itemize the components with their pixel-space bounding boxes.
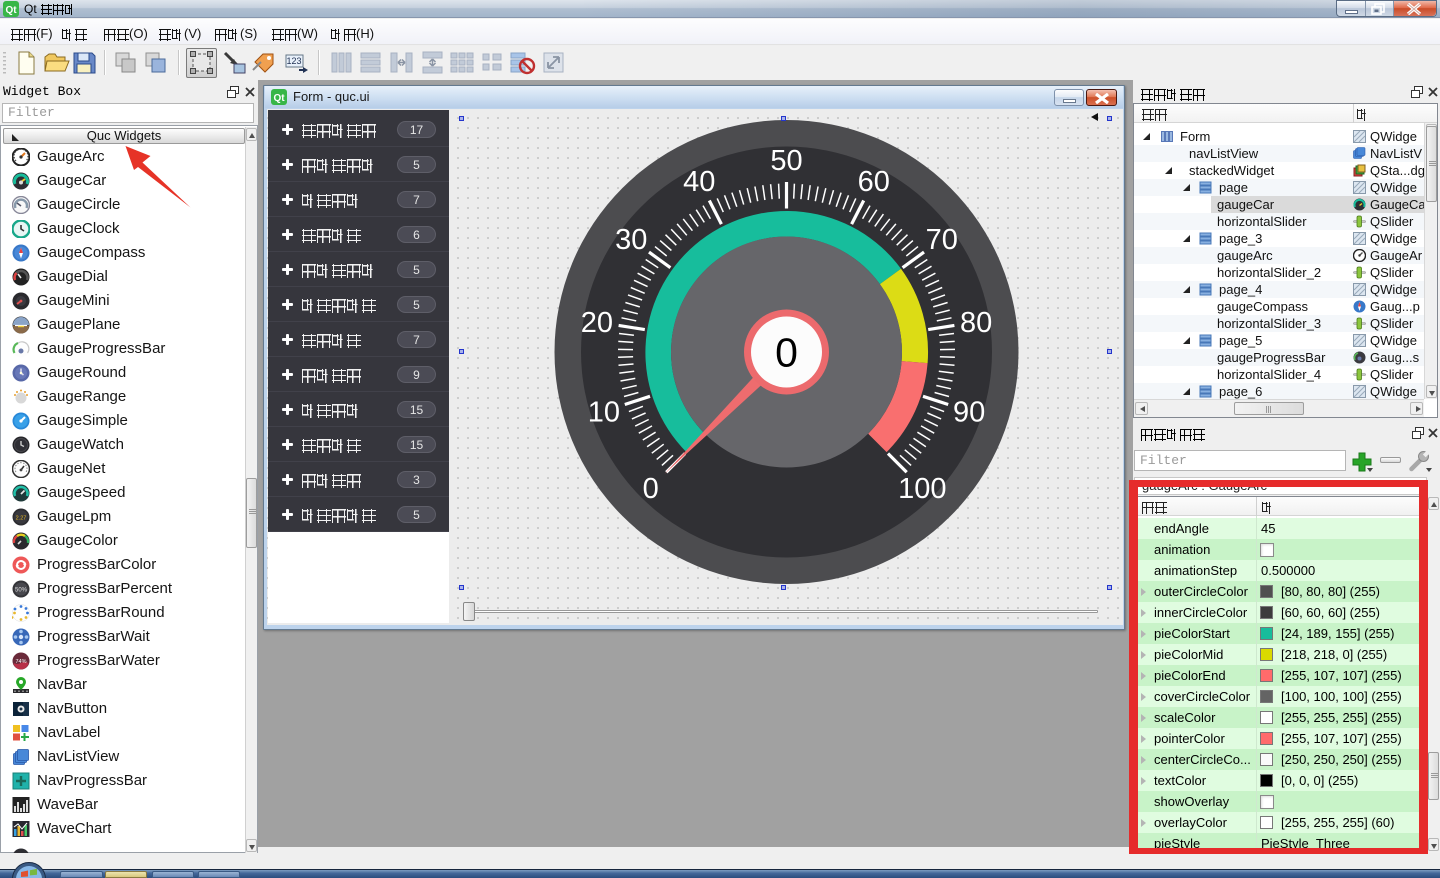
svg-text:60: 60 (858, 166, 890, 198)
svg-text:0: 0 (775, 330, 798, 376)
svg-text:100: 100 (898, 473, 946, 505)
svg-text:30: 30 (615, 224, 647, 256)
svg-text:74%: 74% (15, 659, 26, 665)
svg-text:20: 20 (581, 307, 613, 339)
svg-text:Qt: Qt (5, 5, 17, 16)
svg-text:80: 80 (960, 307, 992, 339)
svg-text:Qt: Qt (273, 93, 285, 104)
svg-text:2.27: 2.27 (16, 516, 27, 522)
svg-text:40: 40 (683, 166, 715, 198)
svg-text:0: 0 (643, 473, 659, 505)
svg-text:10: 10 (588, 396, 620, 428)
svg-text:50: 50 (770, 145, 802, 177)
svg-text:70: 70 (926, 224, 958, 256)
svg-text:90: 90 (953, 396, 985, 428)
svg-text:50%: 50% (15, 588, 28, 594)
svg-text:123: 123 (286, 56, 301, 66)
